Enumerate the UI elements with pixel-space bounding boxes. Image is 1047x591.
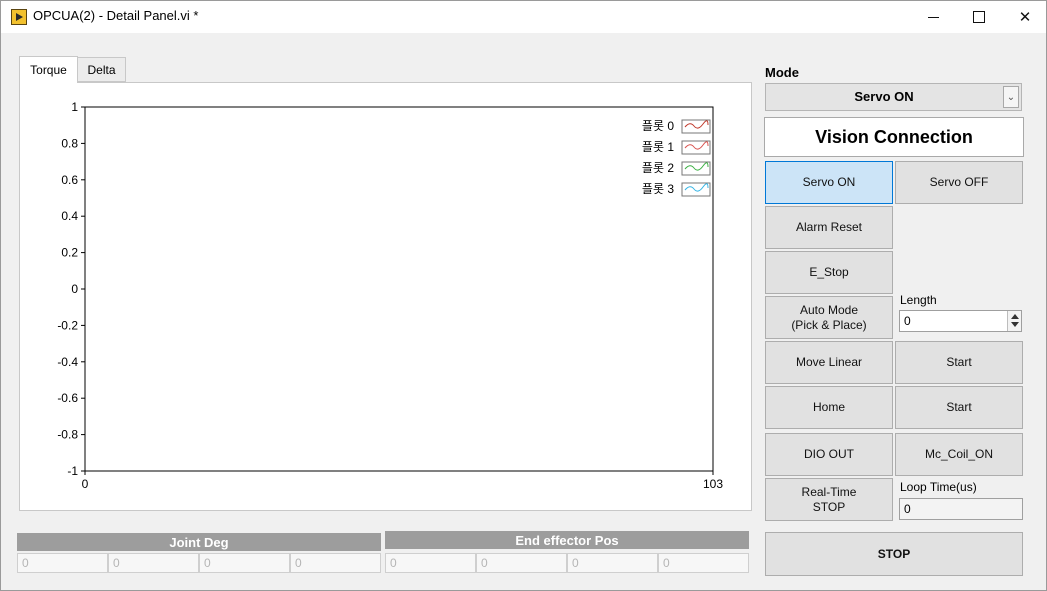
increment-arrow-icon[interactable] bbox=[1011, 314, 1019, 319]
y-tick-label: -0.8 bbox=[57, 428, 78, 442]
y-tick-label: -1 bbox=[67, 464, 78, 478]
joint-deg-value: 0 bbox=[199, 553, 290, 573]
close-button[interactable]: ✕ bbox=[1002, 1, 1047, 33]
loop-time-indicator: 0 bbox=[899, 498, 1023, 520]
mc-coil-on-button[interactable]: Mc_Coil_ON bbox=[895, 433, 1023, 476]
y-tick-label: 0.2 bbox=[61, 246, 78, 260]
decrement-arrow-icon[interactable] bbox=[1011, 322, 1019, 327]
end-effector-value: 0 bbox=[567, 553, 658, 573]
y-tick-label: 0 bbox=[71, 282, 78, 296]
maximize-icon bbox=[973, 11, 985, 23]
window-title: OPCUA(2) - Detail Panel.vi * bbox=[33, 8, 199, 23]
legend-swatch bbox=[681, 119, 711, 134]
servo-on-button[interactable]: Servo ON bbox=[765, 161, 893, 204]
y-tick-label: -0.2 bbox=[57, 318, 78, 332]
e-stop-button[interactable]: E_Stop bbox=[765, 251, 893, 294]
y-tick-label: -0.6 bbox=[57, 391, 78, 405]
joint-deg-value: 0 bbox=[17, 553, 108, 573]
plot-area bbox=[84, 106, 714, 472]
legend-swatch bbox=[681, 161, 711, 176]
close-icon: ✕ bbox=[1018, 8, 1032, 26]
torque-chart: 1 0.8 0.6 0.4 0.2 0 -0.2 -0.4 -0.6 -0.8 -1 0 103 플롯 0… bbox=[57, 100, 723, 491]
mode-label: Mode bbox=[765, 65, 799, 80]
joint-deg-value: 0 bbox=[290, 553, 381, 573]
auto-mode-button[interactable]: Auto Mode (Pick & Place) bbox=[765, 296, 893, 339]
joint-deg-title: Joint Deg bbox=[17, 533, 381, 551]
loop-time-label: Loop Time(us) bbox=[900, 480, 977, 494]
y-tick-label: -0.4 bbox=[57, 355, 78, 369]
x-tick-label: 103 bbox=[703, 477, 723, 491]
alarm-reset-button[interactable]: Alarm Reset bbox=[765, 206, 893, 249]
end-effector-value: 0 bbox=[476, 553, 567, 573]
vision-connection-indicator: Vision Connection bbox=[764, 117, 1024, 157]
joint-deg-value: 0 bbox=[108, 553, 199, 573]
y-tick-label: 1 bbox=[71, 100, 78, 114]
end-effector-value: 0 bbox=[658, 553, 749, 573]
length-input[interactable]: 0 bbox=[899, 310, 1022, 332]
mode-value[interactable]: Servo ON bbox=[765, 83, 1003, 109]
maximize-button[interactable] bbox=[956, 1, 1002, 33]
length-label: Length bbox=[900, 293, 937, 307]
legend-label: 플롯 2 bbox=[642, 161, 674, 175]
dio-out-button[interactable]: DIO OUT bbox=[765, 433, 893, 476]
stop-button[interactable]: STOP bbox=[765, 532, 1023, 576]
minimize-button[interactable] bbox=[910, 1, 956, 33]
home-button[interactable]: Home bbox=[765, 386, 893, 429]
minimize-icon bbox=[927, 16, 939, 18]
tab-torque[interactable]: Torque bbox=[19, 56, 78, 83]
legend-label: 플롯 1 bbox=[642, 140, 674, 154]
legend-swatch bbox=[681, 182, 711, 197]
x-tick-label: 0 bbox=[82, 477, 89, 491]
y-tick-label: 0.4 bbox=[61, 209, 78, 223]
tab-delta[interactable]: Delta bbox=[78, 57, 126, 82]
y-tick-label: 0.6 bbox=[61, 173, 78, 187]
legend-label: 플롯 0 bbox=[642, 119, 674, 133]
legend-label: 플롯 3 bbox=[642, 182, 674, 196]
realtime-stop-button[interactable]: Real-Time STOP bbox=[765, 478, 893, 521]
legend-swatch bbox=[681, 140, 711, 155]
labview-app-icon bbox=[11, 9, 27, 25]
end-effector-value: 0 bbox=[385, 553, 476, 573]
move-linear-button[interactable]: Move Linear bbox=[765, 341, 893, 384]
home-start-button[interactable]: Start bbox=[895, 386, 1023, 429]
move-linear-start-button[interactable]: Start bbox=[895, 341, 1023, 384]
length-stepper[interactable] bbox=[1007, 311, 1021, 331]
chevron-down-icon[interactable]: ⌄ bbox=[1003, 86, 1019, 108]
end-effector-pos-title: End effector Pos bbox=[385, 531, 749, 549]
y-tick-label: 0.8 bbox=[61, 136, 78, 150]
servo-off-button[interactable]: Servo OFF bbox=[895, 161, 1023, 204]
